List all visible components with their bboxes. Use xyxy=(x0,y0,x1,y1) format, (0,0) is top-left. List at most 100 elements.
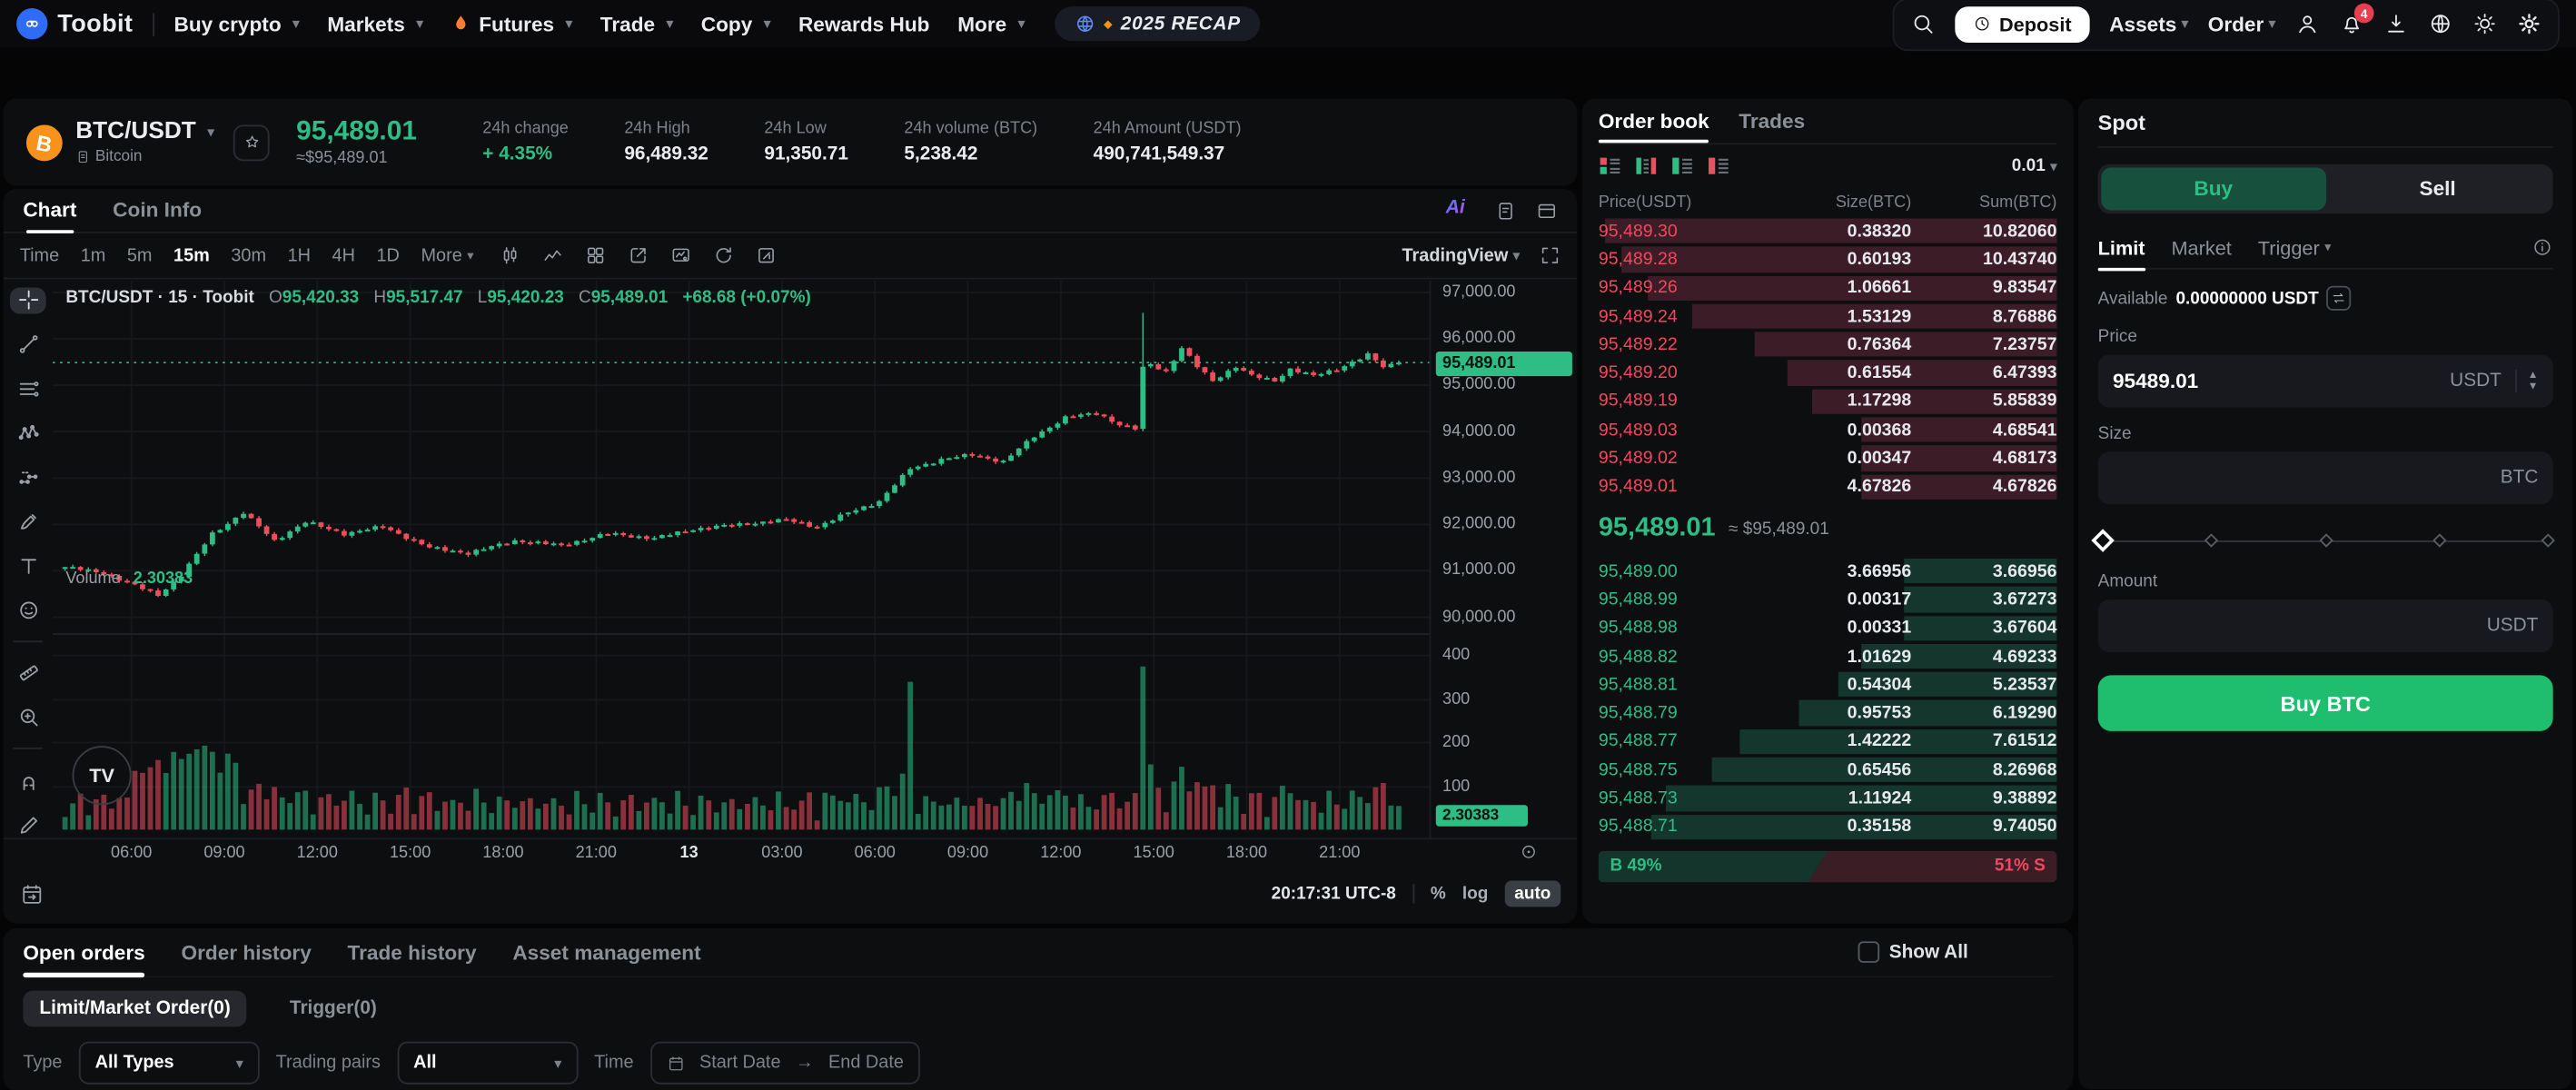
date-range-picker[interactable]: Start Date → End Date xyxy=(650,1042,920,1085)
orderbook-row[interactable]: 95,488.790.957536.19290 xyxy=(1599,699,2057,728)
interval-1m[interactable]: 1m xyxy=(81,245,106,265)
notes-icon[interactable] xyxy=(1495,200,1517,222)
pair-selector[interactable]: BTC/USDT▾ xyxy=(75,118,214,144)
chart-clock[interactable]: 20:17:31 UTC-8 xyxy=(1272,884,1396,904)
globe-icon[interactable] xyxy=(2428,12,2452,36)
info-icon[interactable] xyxy=(2531,236,2553,258)
interval-more[interactable]: More▾ xyxy=(421,245,473,265)
type-filter-select[interactable]: All Types▾ xyxy=(79,1042,260,1085)
time-axis[interactable]: 06:0009:0012:0015:0018:0021:001303:0006:… xyxy=(4,837,1578,864)
subtab-limit-market[interactable]: Limit/Market Order(0) xyxy=(23,991,247,1027)
ai-assistant-icon[interactable]: Ai xyxy=(1446,195,1476,225)
orderbook-row[interactable]: 95,488.990.003173.67273 xyxy=(1599,585,2057,613)
channels-tool[interactable] xyxy=(10,376,46,402)
nav-item-rewards-hub[interactable]: Rewards Hub xyxy=(798,13,929,35)
download-icon[interactable] xyxy=(2383,12,2408,36)
book-split-icon[interactable] xyxy=(1635,154,1658,177)
favorite-star-icon[interactable] xyxy=(233,124,270,161)
buy-btc-button[interactable]: Buy BTC xyxy=(2098,675,2553,730)
amount-input[interactable] xyxy=(2113,614,2477,637)
orderbook-row[interactable]: 95,489.020.003474.68173 xyxy=(1599,444,2057,472)
nav-item-more[interactable]: More▾ xyxy=(957,13,1025,35)
deposit-button[interactable]: Deposit xyxy=(1955,5,2089,42)
magnet-tool[interactable] xyxy=(10,768,46,794)
nav-item-futures[interactable]: Futures▾ xyxy=(451,13,572,35)
price-axis[interactable]: 95,489.01 2.30383 97,000.0096,000.0095,0… xyxy=(1430,281,1578,837)
size-input[interactable] xyxy=(2113,467,2491,490)
brush-tool[interactable] xyxy=(10,509,46,535)
subtab-trigger[interactable]: Trigger(0) xyxy=(273,991,393,1027)
orderbook-row[interactable]: 95,489.261.066619.83547 xyxy=(1599,273,2057,302)
auto-scale-button[interactable]: auto xyxy=(1504,880,1560,907)
orderbook-row[interactable]: 95,488.731.119249.38892 xyxy=(1599,784,2057,812)
type-trigger[interactable]: Trigger▾ xyxy=(2258,226,2332,269)
interval-time[interactable]: Time xyxy=(20,245,59,265)
orderbook-row[interactable]: 95,489.241.531298.76886 xyxy=(1599,302,2057,331)
size-slider[interactable] xyxy=(2098,526,2553,556)
pencil-tool[interactable] xyxy=(10,812,46,838)
text-tool[interactable] xyxy=(10,552,46,579)
nav-item-copy[interactable]: Copy▾ xyxy=(701,13,770,35)
interval-1d[interactable]: 1D xyxy=(376,245,399,265)
order-menu[interactable]: Order▾ xyxy=(2208,13,2275,35)
slider-stop-50[interactable] xyxy=(2318,533,2332,547)
slider-handle[interactable] xyxy=(2091,529,2115,552)
nav-item-markets[interactable]: Markets▾ xyxy=(327,13,422,35)
show-all-checkbox[interactable]: Show All xyxy=(1858,941,1967,963)
time-settings-icon[interactable] xyxy=(1520,843,1538,861)
slider-stop-25[interactable] xyxy=(2204,533,2218,547)
book-bids-icon[interactable] xyxy=(1670,154,1693,177)
chart-template-icon[interactable] xyxy=(671,244,693,266)
bell-icon[interactable]: 4 xyxy=(2340,12,2364,36)
brightness-icon[interactable] xyxy=(2472,12,2497,36)
refresh-icon[interactable] xyxy=(714,244,736,266)
recap-banner[interactable]: ◆ 2025 RECAP xyxy=(1055,6,1261,41)
pattern-tool[interactable] xyxy=(10,420,46,446)
orderbook-row[interactable]: 95,488.821.016294.69233 xyxy=(1599,642,2057,670)
ruler-tool[interactable] xyxy=(10,660,46,687)
orderbook-row[interactable]: 95,488.710.351589.74050 xyxy=(1599,813,2057,841)
price-input[interactable] xyxy=(2113,370,2440,392)
settings-gear-icon[interactable] xyxy=(2517,12,2541,36)
share-icon[interactable] xyxy=(628,244,649,266)
search-icon[interactable] xyxy=(1910,12,1935,36)
nav-item-buy-crypto[interactable]: Buy crypto▾ xyxy=(174,13,300,35)
orderbook-row[interactable]: 95,489.280.6019310.43740 xyxy=(1599,245,2057,273)
sell-tab[interactable]: Sell xyxy=(2325,167,2550,210)
orderbook-row[interactable]: 95,488.810.543045.23537 xyxy=(1599,670,2057,699)
crosshair-tool[interactable] xyxy=(10,288,46,314)
goto-date-icon[interactable] xyxy=(20,881,45,906)
tab-open-orders[interactable]: Open orders xyxy=(23,927,144,976)
transfer-icon[interactable] xyxy=(2327,286,2352,311)
fullscreen-icon[interactable] xyxy=(1540,244,1561,266)
orderbook-row[interactable]: 95,489.003.669563.66956 xyxy=(1599,557,2057,585)
tab-coin-info[interactable]: Coin Info xyxy=(113,189,202,233)
book-both-icon[interactable] xyxy=(1599,154,1621,177)
orderbook-row[interactable]: 95,489.030.003684.68541 xyxy=(1599,416,2057,444)
zoom-in-tool[interactable] xyxy=(10,704,46,730)
tab-orderbook[interactable]: Order book xyxy=(1599,110,1709,143)
orderbook-row[interactable]: 95,489.191.172985.85839 xyxy=(1599,387,2057,415)
forecast-tool[interactable] xyxy=(10,464,46,490)
order-edit-icon[interactable] xyxy=(757,244,778,266)
interval-1h[interactable]: 1H xyxy=(288,245,311,265)
panel-layout-icon[interactable] xyxy=(1536,200,1558,222)
type-limit[interactable]: Limit xyxy=(2098,226,2145,269)
orderbook-mid[interactable]: 95,489.01 ≈ $95,489.01 xyxy=(1599,501,2057,557)
tab-asset-management[interactable]: Asset management xyxy=(512,927,700,976)
orderbook-row[interactable]: 95,488.750.654568.26968 xyxy=(1599,756,2057,784)
assets-menu[interactable]: Assets▾ xyxy=(2109,13,2188,35)
emoji-tool[interactable] xyxy=(10,597,46,623)
percent-scale-button[interactable]: % xyxy=(1431,884,1446,904)
tradingview-selector[interactable]: TradingView▾ xyxy=(1402,245,1521,265)
interval-30m[interactable]: 30m xyxy=(231,245,266,265)
interval-5m[interactable]: 5m xyxy=(127,245,153,265)
candles-icon[interactable] xyxy=(500,244,521,266)
indicators-icon[interactable] xyxy=(542,244,564,266)
interval-15m[interactable]: 15m xyxy=(173,245,210,265)
user-icon[interactable] xyxy=(2295,12,2320,36)
tab-chart[interactable]: Chart xyxy=(23,189,76,233)
interval-4h[interactable]: 4H xyxy=(332,245,355,265)
tab-trades[interactable]: Trades xyxy=(1739,110,1805,143)
tab-order-history[interactable]: Order history xyxy=(182,927,312,976)
